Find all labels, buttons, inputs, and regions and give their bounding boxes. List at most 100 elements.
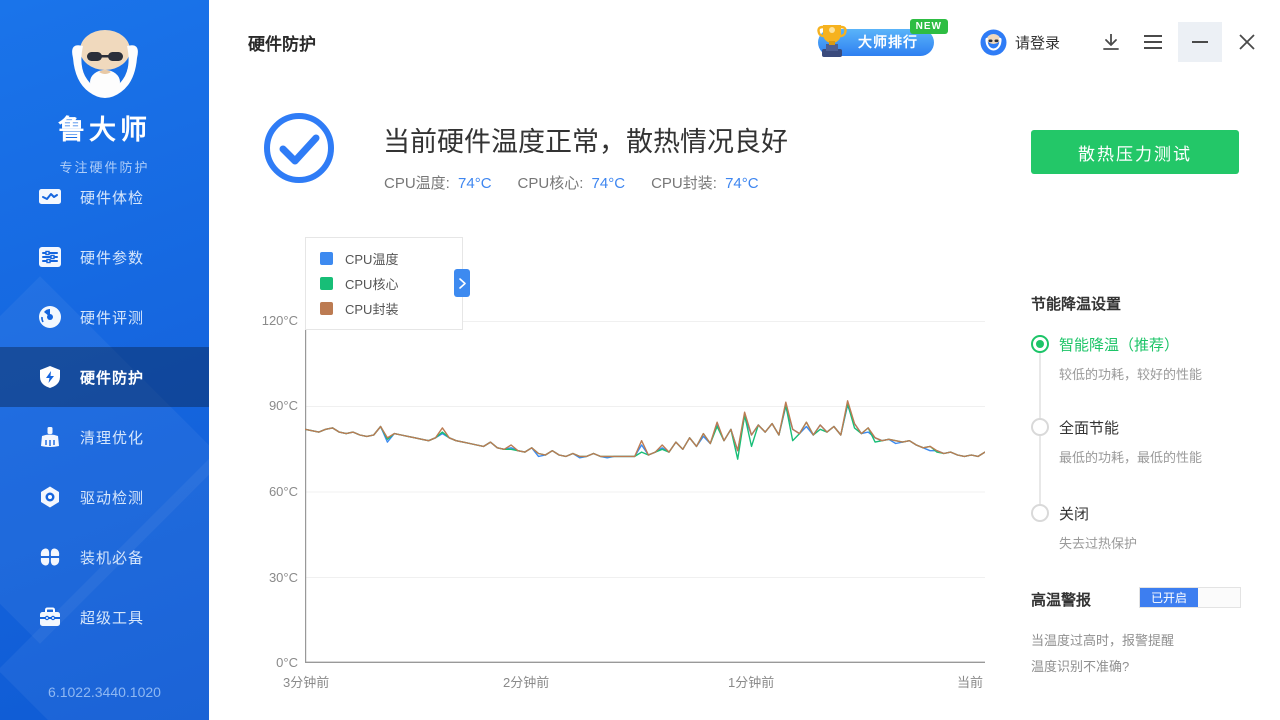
version-number: 6.1022.3440.1020 — [0, 684, 209, 700]
app-logo: 鲁大师 专注硬件防护 — [0, 24, 209, 176]
legend-item-cpu-core[interactable]: CPU核心 — [306, 271, 462, 296]
cooling-settings-title: 节能降温设置 — [1031, 293, 1121, 314]
login-button[interactable]: 请登录 — [980, 29, 1060, 56]
sidebar-item-label: 装机必备 — [80, 547, 144, 568]
sidebar-item-label: 硬件评测 — [80, 307, 144, 328]
page-title: 硬件防护 — [248, 30, 316, 55]
close-icon — [1238, 33, 1256, 51]
legend-swatch-cpu-temp — [320, 252, 333, 265]
cpu-core-value: 74°C — [592, 175, 626, 192]
broom-icon — [38, 425, 62, 449]
avatar-icon — [980, 29, 1007, 56]
high-temp-alarm-title: 高温警报 — [1031, 589, 1091, 610]
sidebar-item-setup-essentials[interactable]: 装机必备 — [0, 527, 209, 587]
option-label[interactable]: 关闭 — [1059, 503, 1261, 524]
app-name: 鲁大师 — [0, 108, 209, 147]
option-label[interactable]: 全面节能 — [1059, 417, 1261, 438]
toggle-on-label: 已开启 — [1140, 588, 1198, 607]
high-temp-alarm-toggle[interactable]: 已开启 — [1139, 587, 1241, 608]
sidebar-item-clean-optimize[interactable]: 清理优化 — [0, 407, 209, 467]
legend-label-cpu-package: CPU封装 — [345, 299, 398, 318]
cpu-stats: CPU温度: 74°C CPU核心: 74°C CPU封装: 74°C — [384, 172, 785, 193]
download-button[interactable] — [1094, 22, 1128, 62]
option-desc: 失去过热保护 — [1059, 533, 1261, 552]
ytick-90: 90°C — [238, 398, 298, 413]
radio-smart-cooling[interactable] — [1031, 335, 1049, 353]
sidebar-item-label: 硬件参数 — [80, 247, 144, 268]
cpu-temp-value: 74°C — [458, 175, 492, 192]
option-off: 关闭 失去过热保护 — [1031, 503, 1261, 552]
temp-inaccurate-link[interactable]: 温度识别不准确? — [1031, 656, 1129, 675]
ludashi-window: 鲁大师 专注硬件防护 硬件体检 — [0, 0, 1280, 720]
ytick-60: 60°C — [238, 484, 298, 499]
cpu-package-stat: CPU封装: 74°C — [651, 172, 759, 193]
sidebar-item-hardware-params[interactable]: 硬件参数 — [0, 227, 209, 287]
master-ranking-label: 大师排行 — [858, 32, 918, 52]
xtick-now: 当前 — [957, 672, 983, 691]
sidebar-item-hardware-checkup[interactable]: 硬件体检 — [0, 167, 209, 227]
legend-item-cpu-temp[interactable]: CPU温度 — [306, 246, 462, 271]
option-desc: 最低的功耗，最低的性能 — [1059, 447, 1261, 466]
ytick-120: 120°C — [238, 313, 298, 328]
sidebar-item-label: 清理优化 — [80, 427, 144, 448]
sidebar-item-driver-detect[interactable]: 驱动检测 — [0, 467, 209, 527]
minimize-icon — [1192, 40, 1208, 44]
sidebar-item-super-tools[interactable]: 超级工具 — [0, 587, 209, 647]
legend-item-cpu-package[interactable]: CPU封装 — [306, 296, 462, 321]
status-ok-check-icon — [262, 111, 336, 185]
download-icon — [1101, 32, 1121, 52]
sidebar: 鲁大师 专注硬件防护 硬件体检 — [0, 0, 209, 720]
apps-icon — [38, 545, 62, 569]
legend-swatch-cpu-core — [320, 277, 333, 290]
chevron-right-icon — [459, 278, 466, 289]
cpu-core-stat: CPU核心: 74°C — [518, 172, 626, 193]
nut-icon — [38, 485, 62, 509]
hamburger-menu-icon — [1143, 34, 1163, 50]
gauge-icon — [38, 305, 62, 329]
sliders-icon — [38, 245, 62, 269]
legend-label-cpu-core: CPU核心 — [345, 274, 398, 293]
radio-full-powersave[interactable] — [1031, 418, 1049, 436]
sidebar-item-label: 硬件体检 — [80, 187, 144, 208]
main-menu-button[interactable] — [1136, 22, 1170, 62]
new-badge: NEW — [910, 19, 948, 34]
legend-swatch-cpu-package — [320, 302, 333, 315]
status-headline: 当前硬件温度正常，散热情况良好 — [383, 120, 788, 159]
cpu-temp-stat: CPU温度: 74°C — [384, 172, 492, 193]
sidebar-item-hardware-benchmark[interactable]: 硬件评测 — [0, 287, 209, 347]
ytick-30: 30°C — [238, 570, 298, 585]
xtick-2min: 2分钟前 — [503, 672, 549, 691]
mascot-icon — [63, 24, 147, 102]
topbar-actions: 大师排行 NEW 请登录 — [818, 21, 1264, 63]
option-desc: 较低的功耗，较好的性能 — [1059, 364, 1261, 383]
sidebar-item-hardware-protection[interactable]: 硬件防护 — [0, 347, 209, 407]
minimize-button[interactable] — [1178, 22, 1222, 62]
radio-off[interactable] — [1031, 504, 1049, 522]
option-smart-cooling: 智能降温（推荐） 较低的功耗，较好的性能 — [1031, 334, 1261, 383]
xtick-3min: 3分钟前 — [283, 672, 329, 691]
xtick-1min: 1分钟前 — [728, 672, 774, 691]
cpu-package-value: 74°C — [725, 175, 759, 192]
cpu-core-label: CPU核心: — [518, 175, 584, 192]
cpu-temp-label: CPU温度: — [384, 175, 450, 192]
sidebar-item-label: 硬件防护 — [80, 367, 144, 388]
sidebar-item-label: 超级工具 — [80, 607, 144, 628]
chart-legend: CPU温度 CPU核心 CPU封装 — [305, 237, 463, 330]
option-label[interactable]: 智能降温（推荐） — [1059, 334, 1261, 355]
stress-test-button[interactable]: 散热压力测试 — [1031, 130, 1239, 174]
toolbox-icon — [38, 605, 62, 629]
sidebar-item-label: 驱动检测 — [80, 487, 144, 508]
master-ranking-button[interactable]: 大师排行 NEW — [818, 29, 934, 56]
monitor-icon — [38, 185, 62, 209]
login-label: 请登录 — [1015, 32, 1060, 53]
legend-expand-button[interactable] — [454, 269, 470, 297]
ytick-0: 0°C — [238, 655, 298, 670]
option-full-powersave: 全面节能 最低的功耗，最低的性能 — [1031, 417, 1261, 466]
alarm-description: 当温度过高时，报警提醒 — [1031, 630, 1174, 649]
shield-icon — [38, 365, 62, 389]
temperature-line-chart — [305, 321, 985, 663]
close-button[interactable] — [1230, 22, 1264, 62]
sidebar-nav: 硬件体检 硬件参数 — [0, 167, 209, 647]
cpu-package-label: CPU封装: — [651, 175, 717, 192]
legend-label-cpu-temp: CPU温度 — [345, 249, 398, 268]
